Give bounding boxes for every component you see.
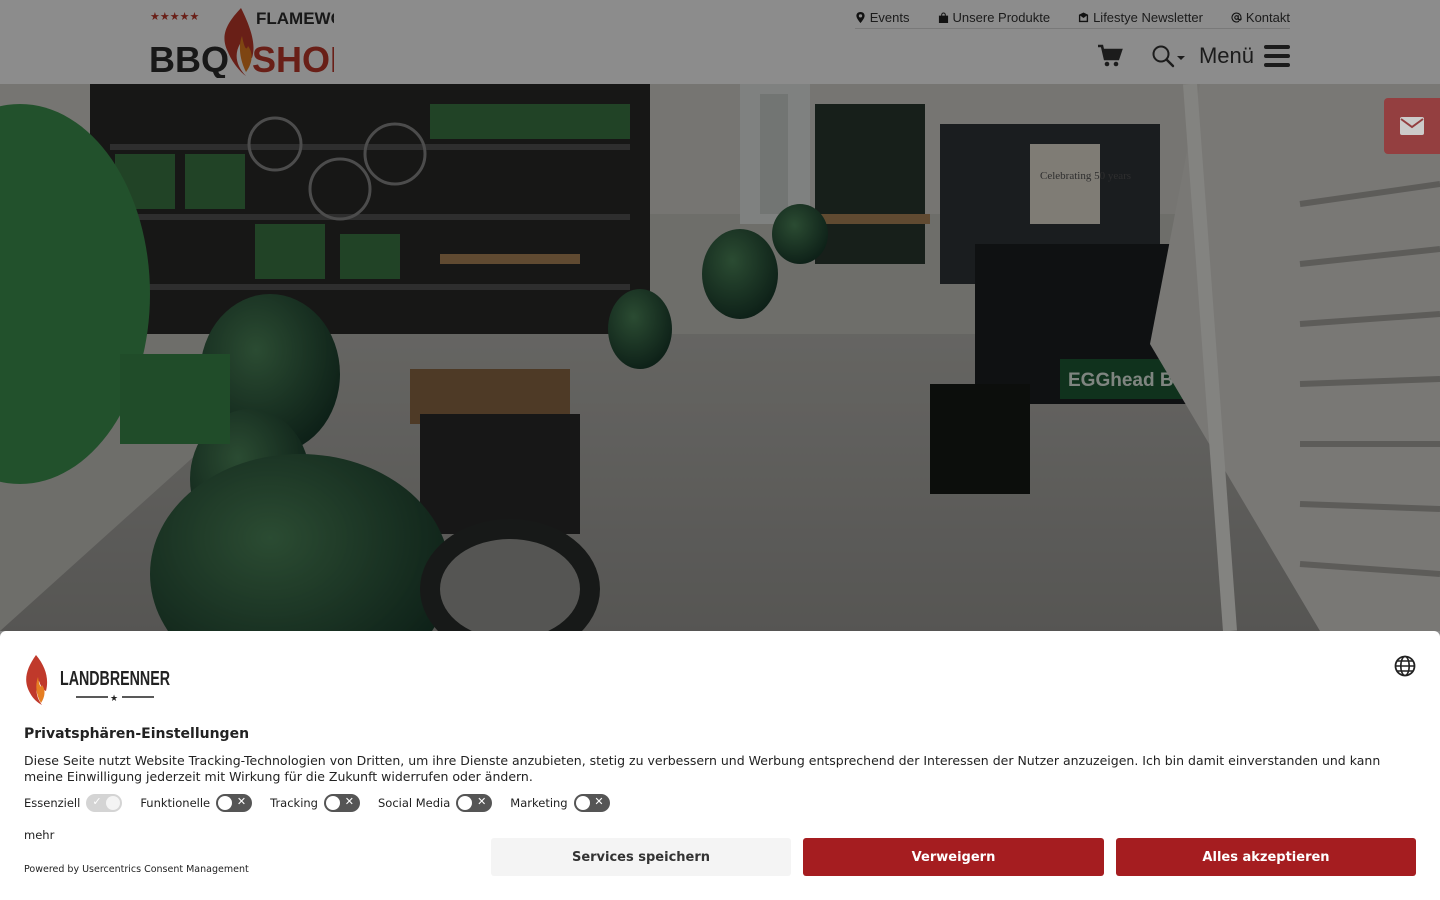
save-services-button[interactable]: Services speichern (491, 838, 791, 876)
deny-button[interactable]: Verweigern (803, 838, 1104, 876)
close-icon: ✕ (594, 795, 604, 808)
svg-text:★: ★ (110, 694, 118, 704)
powered-by-text: Powered by Usercentrics Consent Manageme… (24, 864, 249, 875)
toggle-social-media[interactable]: Social Media ✕ (378, 794, 493, 812)
menu-button[interactable]: Menü (1199, 43, 1290, 69)
toggle-switch[interactable]: ✕ (573, 794, 610, 812)
logo-flamework-text: FLAMEWORK (256, 9, 334, 28)
toggle-essenziell: Essenziell ✓ (24, 794, 123, 812)
contact-side-button[interactable] (1384, 98, 1440, 154)
envelope-icon (1400, 117, 1424, 135)
top-link-label: Unsere Produkte (952, 9, 1051, 25)
check-icon: ✓ (92, 795, 102, 808)
store-interior-illustration: EGGhead Blvd Celebrating 50 years (0, 84, 1440, 631)
hero-image-store-interior: EGGhead Blvd Celebrating 50 years (0, 84, 1440, 631)
map-marker-icon (856, 11, 865, 23)
toggle-funktionelle[interactable]: Funktionelle ✕ (140, 794, 253, 812)
logo-bbq-text: BBQ (149, 39, 229, 78)
toggle-switch[interactable]: ✕ (456, 794, 493, 812)
landbrenner-wordmark: LANDBRENNER (60, 668, 170, 690)
toggle-switch[interactable]: ✕ (324, 794, 360, 812)
close-icon: ✕ (477, 795, 487, 808)
close-icon: ✕ (236, 795, 247, 808)
site-header: ★★★★★ FLAMEWORK BBQ SHOP Events Unsere P… (0, 0, 1440, 84)
toggle-tracking[interactable]: Tracking ✕ (270, 794, 360, 812)
toggle-label: Tracking (270, 796, 318, 810)
toggle-label: Marketing (510, 796, 568, 810)
toggle-label: Funktionelle (140, 796, 211, 810)
top-link-newsletter[interactable]: Lifestye Newsletter (1078, 10, 1203, 25)
hamburger-menu-icon (1264, 45, 1290, 67)
top-link-label: Kontakt (1245, 9, 1290, 25)
main-navigation: Menü (1097, 40, 1290, 72)
accept-all-button[interactable]: Alles akzeptieren (1116, 838, 1416, 876)
shopping-cart-icon[interactable] (1097, 43, 1123, 69)
logo-shop-text: SHOP (252, 39, 334, 78)
more-details-link[interactable]: mehr (24, 828, 54, 842)
toggle-marketing[interactable]: Marketing ✕ (510, 794, 610, 812)
newsletter-icon (1078, 11, 1089, 22)
chevron-down-icon (1176, 56, 1185, 60)
consent-categories: Essenziell ✓ Funktionelle ✕ Tracking ✕ S… (24, 794, 610, 812)
toggle-switch: ✓ (86, 794, 123, 812)
landbrenner-logo: LANDBRENNER ★ (26, 655, 170, 705)
close-icon: ✕ (344, 795, 354, 808)
consent-description: Diese Seite nutzt Website Tracking-Techn… (24, 753, 1381, 784)
language-globe-icon[interactable] (1394, 655, 1416, 677)
celebrating-banner: Celebrating 50 years (1040, 170, 1131, 182)
top-link-contact[interactable]: Kontakt (1231, 10, 1290, 25)
toggle-label: Social Media (378, 796, 451, 810)
top-link-events[interactable]: Events (855, 10, 910, 25)
cookie-consent-banner: LANDBRENNER ★ Privatsphären-Einstellunge… (0, 631, 1440, 900)
search-toggle[interactable] (1151, 44, 1185, 68)
top-link-products[interactable]: Unsere Produkte (938, 9, 1051, 25)
flamework-bbq-shop-logo[interactable]: ★★★★★ FLAMEWORK BBQ SHOP (148, 6, 334, 78)
top-navigation-divider (855, 28, 1290, 29)
at-sign-icon (1231, 11, 1242, 23)
toggle-label: Essenziell (24, 796, 81, 810)
svg-text:★★★★★: ★★★★★ (150, 10, 199, 23)
search-icon (1152, 45, 1175, 68)
shopping-bag-icon (938, 11, 948, 23)
consent-title: Privatsphären-Einstellungen (24, 726, 250, 742)
toggle-switch[interactable]: ✕ (216, 794, 253, 812)
top-link-label: Lifestye Newsletter (1093, 9, 1203, 25)
top-link-label: Events (869, 9, 910, 25)
menu-label: Menü (1198, 43, 1254, 68)
top-navigation: Events Unsere Produkte Lifestye Newslett… (855, 6, 1290, 28)
